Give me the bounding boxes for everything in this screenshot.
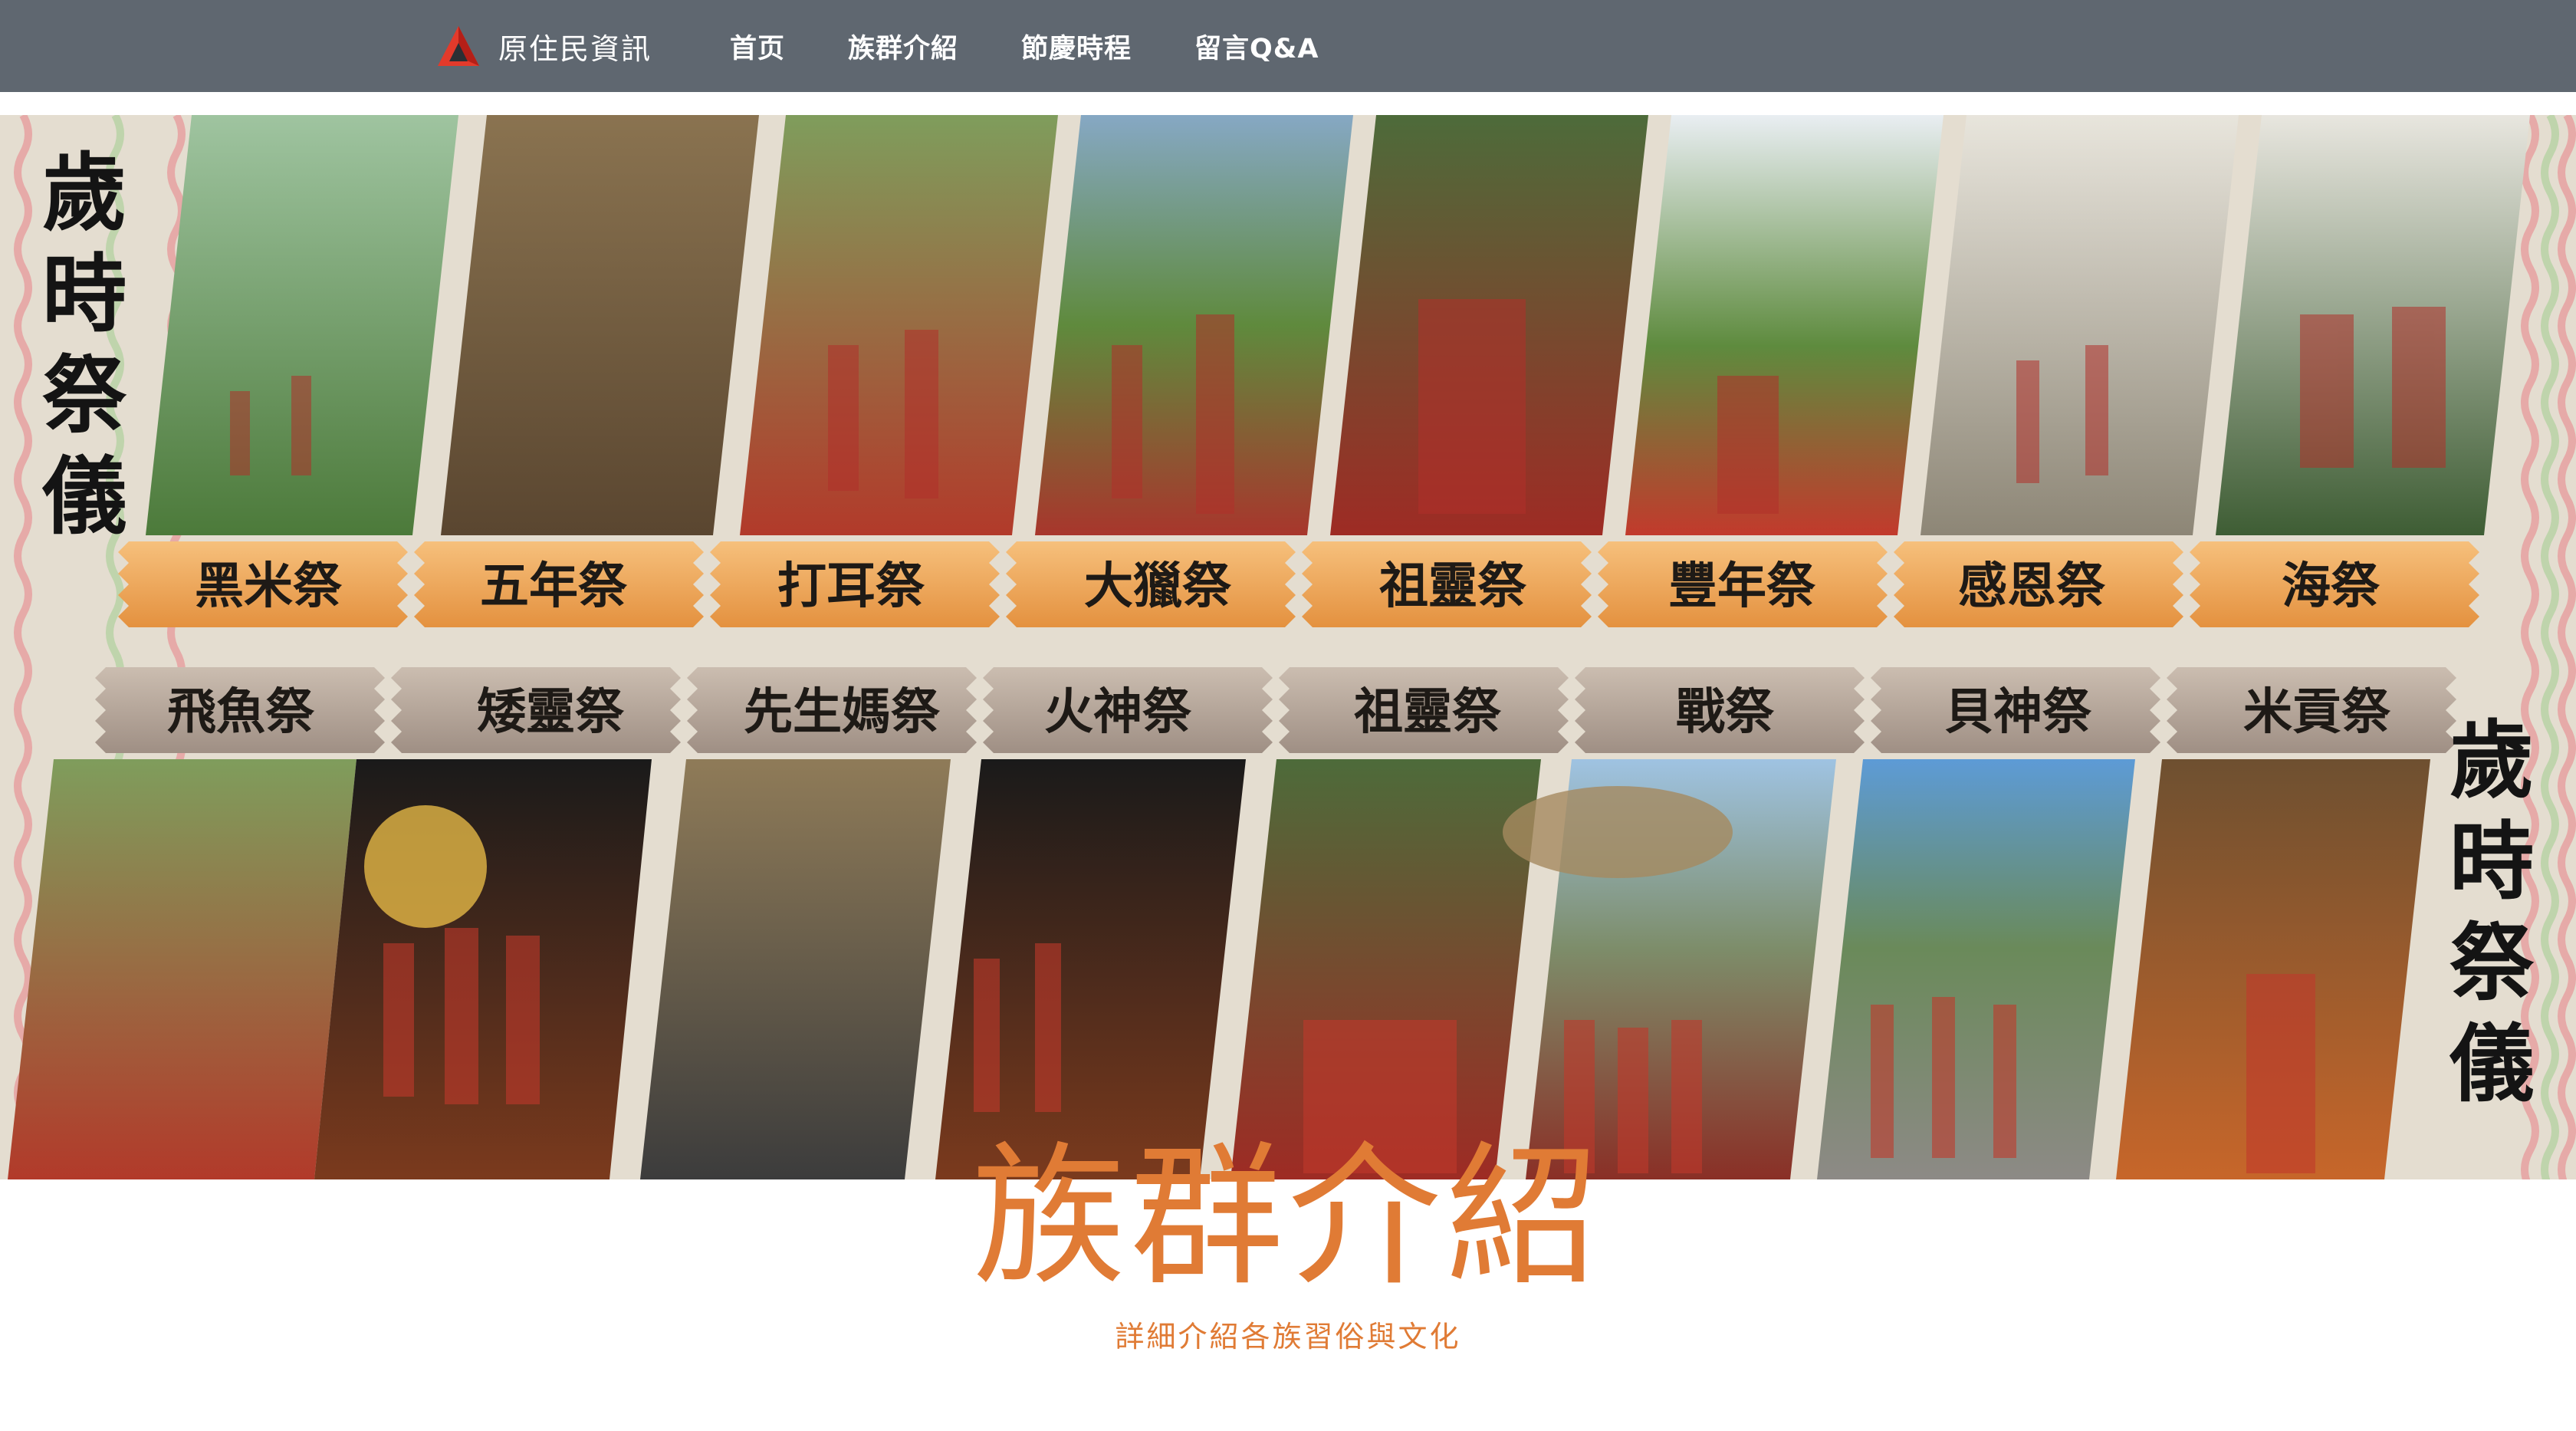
section-title: 族群介紹 bbox=[971, 1128, 1604, 1307]
photo-mister-ma-festival bbox=[640, 759, 951, 1179]
photo-pasta-ay-festival bbox=[314, 759, 652, 1179]
photo-sea-festival bbox=[2216, 115, 2530, 535]
festival-label-top-2: 五年祭 bbox=[480, 558, 628, 615]
festival-label-bottom-7: 貝神祭 bbox=[1944, 683, 2092, 741]
nav-link-festival-schedule[interactable]: 節慶時程 bbox=[1021, 34, 1132, 64]
main-nav: 首页 族群介紹 節慶時程 留言Q&A bbox=[730, 0, 1382, 92]
photo-shell-god-festival bbox=[1817, 759, 2135, 1179]
top-navbar: 原住民資訊 首页 族群介紹 節慶時程 留言Q&A bbox=[0, 0, 2576, 92]
festival-banner: 黑米祭 五年祭 打耳祭 大獵祭 祖靈祭 豐年祭 感恩祭 海祭 飛魚祭 矮靈祭 先… bbox=[0, 115, 2576, 1179]
brand-link[interactable]: 原住民資訊 bbox=[435, 20, 652, 72]
festival-label-top-3: 打耳祭 bbox=[777, 558, 925, 615]
vertical-title-right-char-2: 時 bbox=[2450, 812, 2534, 911]
festival-label-bottom-6: 戰祭 bbox=[1676, 683, 1775, 741]
festival-label-top-1: 黑米祭 bbox=[195, 558, 343, 615]
vertical-title-right-char-4: 儀 bbox=[2449, 1015, 2534, 1114]
nav-item-qa: 留言Q&A bbox=[1194, 27, 1319, 66]
festival-label-top-8: 海祭 bbox=[2282, 558, 2380, 615]
photo-thanksgiving-festival bbox=[1921, 115, 2239, 535]
section-subtitle: 詳細介紹各族習俗與文化 bbox=[1115, 1320, 1461, 1354]
vertical-title-left-char-3: 祭 bbox=[42, 346, 127, 445]
photo-great-hunt-festival bbox=[1035, 115, 1353, 535]
festival-label-top-6: 豐年祭 bbox=[1668, 558, 1816, 615]
photo-five-year-festival bbox=[441, 115, 759, 535]
vertical-title-right-char-3: 祭 bbox=[2450, 913, 2535, 1012]
brand-name: 原住民資訊 bbox=[498, 31, 652, 66]
photo-flying-fish-festival bbox=[8, 759, 356, 1179]
nav-link-ethnic-groups[interactable]: 族群介紹 bbox=[848, 34, 958, 64]
festival-label-top-7: 感恩祭 bbox=[1958, 558, 2106, 615]
vertical-title-right-char-1: 歲 bbox=[2450, 711, 2534, 810]
nav-link-qa[interactable]: 留言Q&A bbox=[1194, 34, 1319, 64]
festival-label-bottom-8: 米貢祭 bbox=[2243, 683, 2391, 741]
festival-label-bottom-4: 火神祭 bbox=[1044, 683, 1192, 741]
festival-collage: 黑米祭 五年祭 打耳祭 大獵祭 祖靈祭 豐年祭 感恩祭 海祭 飛魚祭 矮靈祭 先… bbox=[0, 115, 2576, 1179]
nav-link-home[interactable]: 首页 bbox=[730, 34, 785, 64]
vertical-title-left-char-4: 儀 bbox=[41, 447, 127, 546]
festival-label-bottom-3: 先生媽祭 bbox=[744, 683, 941, 741]
festival-label-top-4: 大獵祭 bbox=[1084, 558, 1232, 615]
festival-label-bottom-2: 矮靈祭 bbox=[477, 683, 625, 741]
photo-harvest-festival bbox=[1625, 115, 1944, 535]
vertical-title-left-char-1: 歲 bbox=[42, 143, 127, 242]
nav-item-festival-schedule: 節慶時程 bbox=[1021, 27, 1132, 66]
nav-item-ethnic-groups: 族群介紹 bbox=[848, 27, 958, 66]
festival-label-top-5: 祖靈祭 bbox=[1379, 558, 1527, 615]
festival-label-bottom-5: 祖靈祭 bbox=[1354, 683, 1502, 741]
nav-item-home: 首页 bbox=[730, 27, 785, 66]
vertical-title-left-char-2: 時 bbox=[42, 245, 127, 344]
photo-ear-shooting-festival bbox=[740, 115, 1058, 535]
brand-logo-icon bbox=[435, 23, 481, 69]
festival-label-bottom-1: 飛魚祭 bbox=[167, 683, 315, 741]
